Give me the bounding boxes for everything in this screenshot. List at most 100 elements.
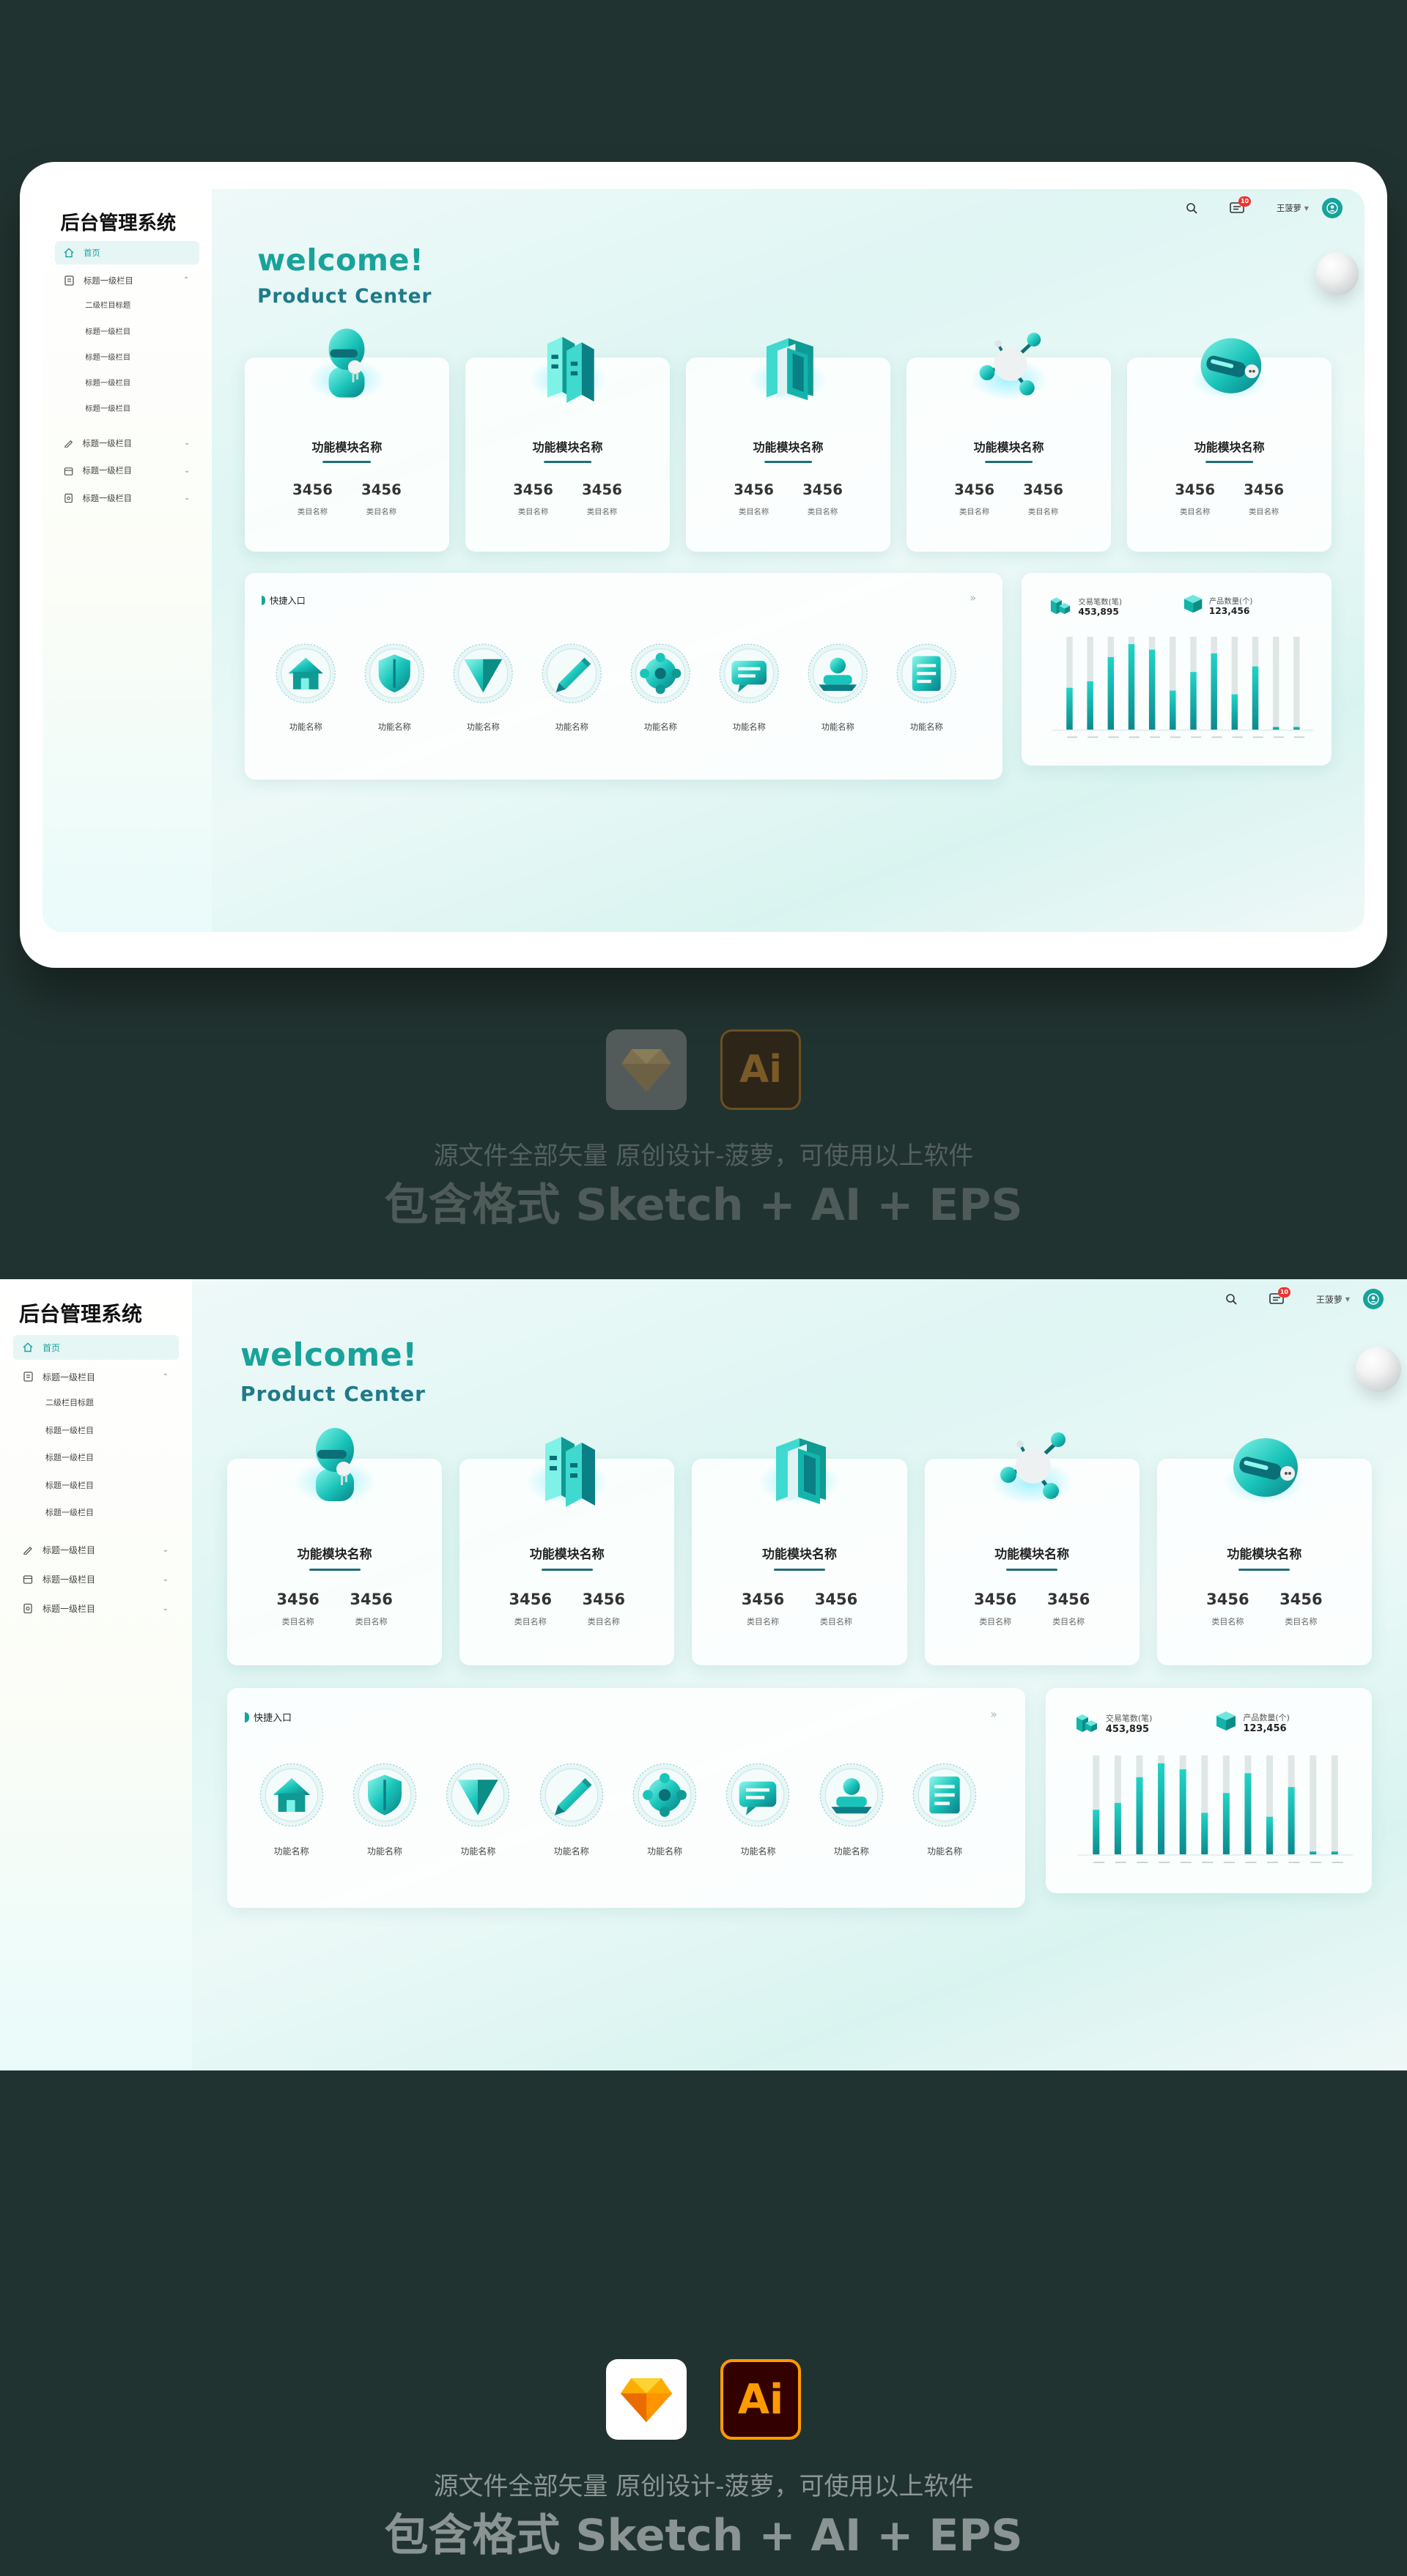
user-avatar-icon (1326, 202, 1338, 214)
caret-down-icon[interactable]: ▼ (1345, 1296, 1350, 1303)
sidebar-group-open[interactable]: 标题一级栏目 ⌃ (13, 1364, 179, 1389)
module-card-title: 功能模块名称 (532, 440, 603, 455)
quick-access-item[interactable]: 功能名称 (882, 642, 971, 732)
bar[interactable] (1148, 649, 1155, 730)
user-icon (818, 1761, 885, 1832)
bar[interactable] (1179, 1769, 1186, 1854)
bar[interactable] (1169, 690, 1176, 730)
sidebar-subitem[interactable]: 标题一级栏目 (45, 1451, 94, 1463)
sidebar-subitem[interactable]: 二级栏目标题 (85, 299, 130, 310)
sidebar-group-closed[interactable]: 标题一级栏目 ⌄ (55, 486, 199, 510)
bar[interactable] (1331, 1851, 1338, 1854)
stack-cubes-icon (1075, 1710, 1100, 1736)
sidebar-subitem[interactable]: 标题一级栏目 (85, 402, 130, 413)
quick-access-item[interactable]: 功能名称 (705, 642, 794, 732)
module-card[interactable]: 功能模块名称 3456 类目名称 3456 类目名称 (459, 1437, 675, 1665)
sidebar-subitem[interactable]: 标题一级栏目 (85, 377, 130, 388)
bar[interactable] (1293, 726, 1300, 730)
quick-access-item[interactable]: 功能名称 (350, 642, 439, 732)
sidebar-subitem[interactable]: 标题一级栏目 (45, 1424, 94, 1436)
quick-access-item[interactable]: 功能名称 (338, 1761, 431, 1857)
quick-access-item[interactable]: 功能名称 (618, 1761, 711, 1857)
more-arrows-icon[interactable]: » (970, 591, 976, 604)
sidebar-subitem[interactable]: 标题一级栏目 (45, 1506, 94, 1518)
sidebar-group-closed[interactable]: 标题一级栏目 ⌄ (13, 1537, 179, 1562)
bar[interactable] (1222, 1793, 1230, 1854)
bar[interactable] (1231, 694, 1238, 730)
bar-track (1293, 636, 1300, 730)
module-card-stat: 3456 类目名称 (573, 1591, 635, 1627)
module-card[interactable]: 功能模块名称 3456 类目名称 3456 类目名称 (924, 1432, 1140, 1665)
sidebar-subitem[interactable]: 标题一级栏目 (85, 325, 130, 336)
module-card[interactable]: 功能模块名称 3456 类目名称 3456 类目名称 (906, 333, 1111, 552)
avatar[interactable] (1363, 1289, 1384, 1309)
quick-access-item[interactable]: 功能名称 (525, 1761, 618, 1857)
quick-access-item[interactable]: 功能名称 (262, 642, 350, 732)
sidebar-group-open[interactable]: 标题一级栏目 ⌃ (55, 269, 199, 292)
bar[interactable] (1087, 681, 1093, 730)
user-icon (806, 642, 869, 708)
sidebar-item-home[interactable]: 首页 (54, 241, 200, 265)
bar[interactable] (1288, 1787, 1295, 1854)
quick-access-item[interactable]: 功能名称 (712, 1761, 805, 1857)
bar[interactable] (1107, 656, 1114, 730)
module-card[interactable]: 功能模块名称 3456 类目名称 3456 类目名称 (1127, 338, 1332, 552)
search-icon[interactable] (1222, 1290, 1240, 1308)
sidebar-item-label: 标题一级栏目 (43, 1544, 96, 1555)
user-name[interactable]: 王菠萝 (1316, 1293, 1343, 1306)
bar[interactable] (1136, 1777, 1143, 1854)
sidebar-group-closed[interactable]: 标题一级栏目 ⌄ (13, 1596, 179, 1621)
bar[interactable] (1157, 1763, 1164, 1854)
quick-access-item[interactable]: 功能名称 (616, 642, 705, 732)
bar[interactable] (1211, 653, 1217, 730)
bar[interactable] (1272, 726, 1279, 730)
quick-access-item[interactable]: 功能名称 (245, 1761, 338, 1857)
user-name[interactable]: 王菠萝 (1277, 202, 1301, 214)
sidebar-subitem[interactable]: 标题一级栏目 (85, 351, 130, 362)
more-arrows-icon[interactable]: » (990, 1707, 997, 1721)
stat-label: 类目名称 (281, 1617, 314, 1626)
module-card[interactable]: 功能模块名称 3456 类目名称 3456 类目名称 (686, 338, 890, 552)
module-card[interactable]: 功能模块名称 3456 类目名称 3456 类目名称 (245, 328, 449, 552)
bar[interactable] (1189, 671, 1197, 730)
module-card[interactable]: 功能模块名称 3456 类目名称 3456 类目名称 (692, 1438, 907, 1665)
quick-access-item[interactable]: 功能名称 (439, 642, 528, 732)
search-icon[interactable] (1183, 199, 1200, 217)
sidebar-subitem[interactable]: 标题一级栏目 (45, 1479, 94, 1491)
home-icon (258, 1761, 325, 1832)
quick-access-item[interactable]: 功能名称 (528, 642, 616, 732)
quick-access-item[interactable]: 功能名称 (794, 642, 882, 732)
dashboard-preview-framed: 后台管理系统 首页 标题一级栏目 ⌃ 二级栏目标题 标题一级栏目 标题一级栏目 标题一… (43, 189, 1364, 932)
buildings-icon (526, 323, 609, 406)
module-card[interactable]: 功能模块名称 3456 类目名称 3456 类目名称 (1156, 1438, 1372, 1665)
product-count-value: 123,456 (1208, 606, 1250, 617)
bar[interactable] (1093, 1810, 1100, 1854)
sidebar-group-closed[interactable]: 标题一级栏目 ⌄ (55, 459, 199, 482)
tick-label (1332, 1861, 1343, 1863)
quick-access-item[interactable]: 功能名称 (805, 1761, 898, 1857)
module-card[interactable]: 功能模块名称 3456 类目名称 3456 类目名称 (227, 1428, 443, 1665)
avatar[interactable] (1321, 198, 1343, 219)
quick-access-item[interactable]: 功能名称 (898, 1761, 991, 1857)
bar[interactable] (1252, 666, 1258, 730)
bar[interactable] (1201, 1813, 1208, 1854)
caret-down-icon[interactable]: ▼ (1304, 205, 1309, 212)
module-card-title: 功能模块名称 (973, 440, 1044, 455)
sidebar-subitem[interactable]: 二级栏目标题 (45, 1396, 94, 1408)
module-card[interactable]: 功能模块名称 3456 类目名称 3456 类目名称 (465, 337, 670, 552)
stat-label: 类目名称 (746, 1617, 779, 1626)
bar[interactable] (1244, 1773, 1252, 1854)
message-icon[interactable]: 10 (1268, 1287, 1290, 1308)
bar[interactable] (1114, 1802, 1121, 1854)
sidebar-group-closed[interactable]: 标题一级栏目 ⌄ (55, 432, 199, 455)
sidebar-item-home[interactable]: 首页 (13, 1335, 179, 1360)
tick-label (1108, 736, 1119, 738)
bar[interactable] (1266, 1816, 1273, 1854)
bar[interactable] (1310, 1851, 1317, 1854)
message-badge: 10 (1238, 196, 1252, 207)
quick-access-item[interactable]: 功能名称 (432, 1761, 525, 1857)
bar[interactable] (1128, 643, 1134, 730)
bar[interactable] (1066, 687, 1073, 730)
sidebar-group-closed[interactable]: 标题一级栏目 ⌄ (13, 1566, 179, 1591)
message-icon[interactable]: 10 (1228, 196, 1252, 217)
